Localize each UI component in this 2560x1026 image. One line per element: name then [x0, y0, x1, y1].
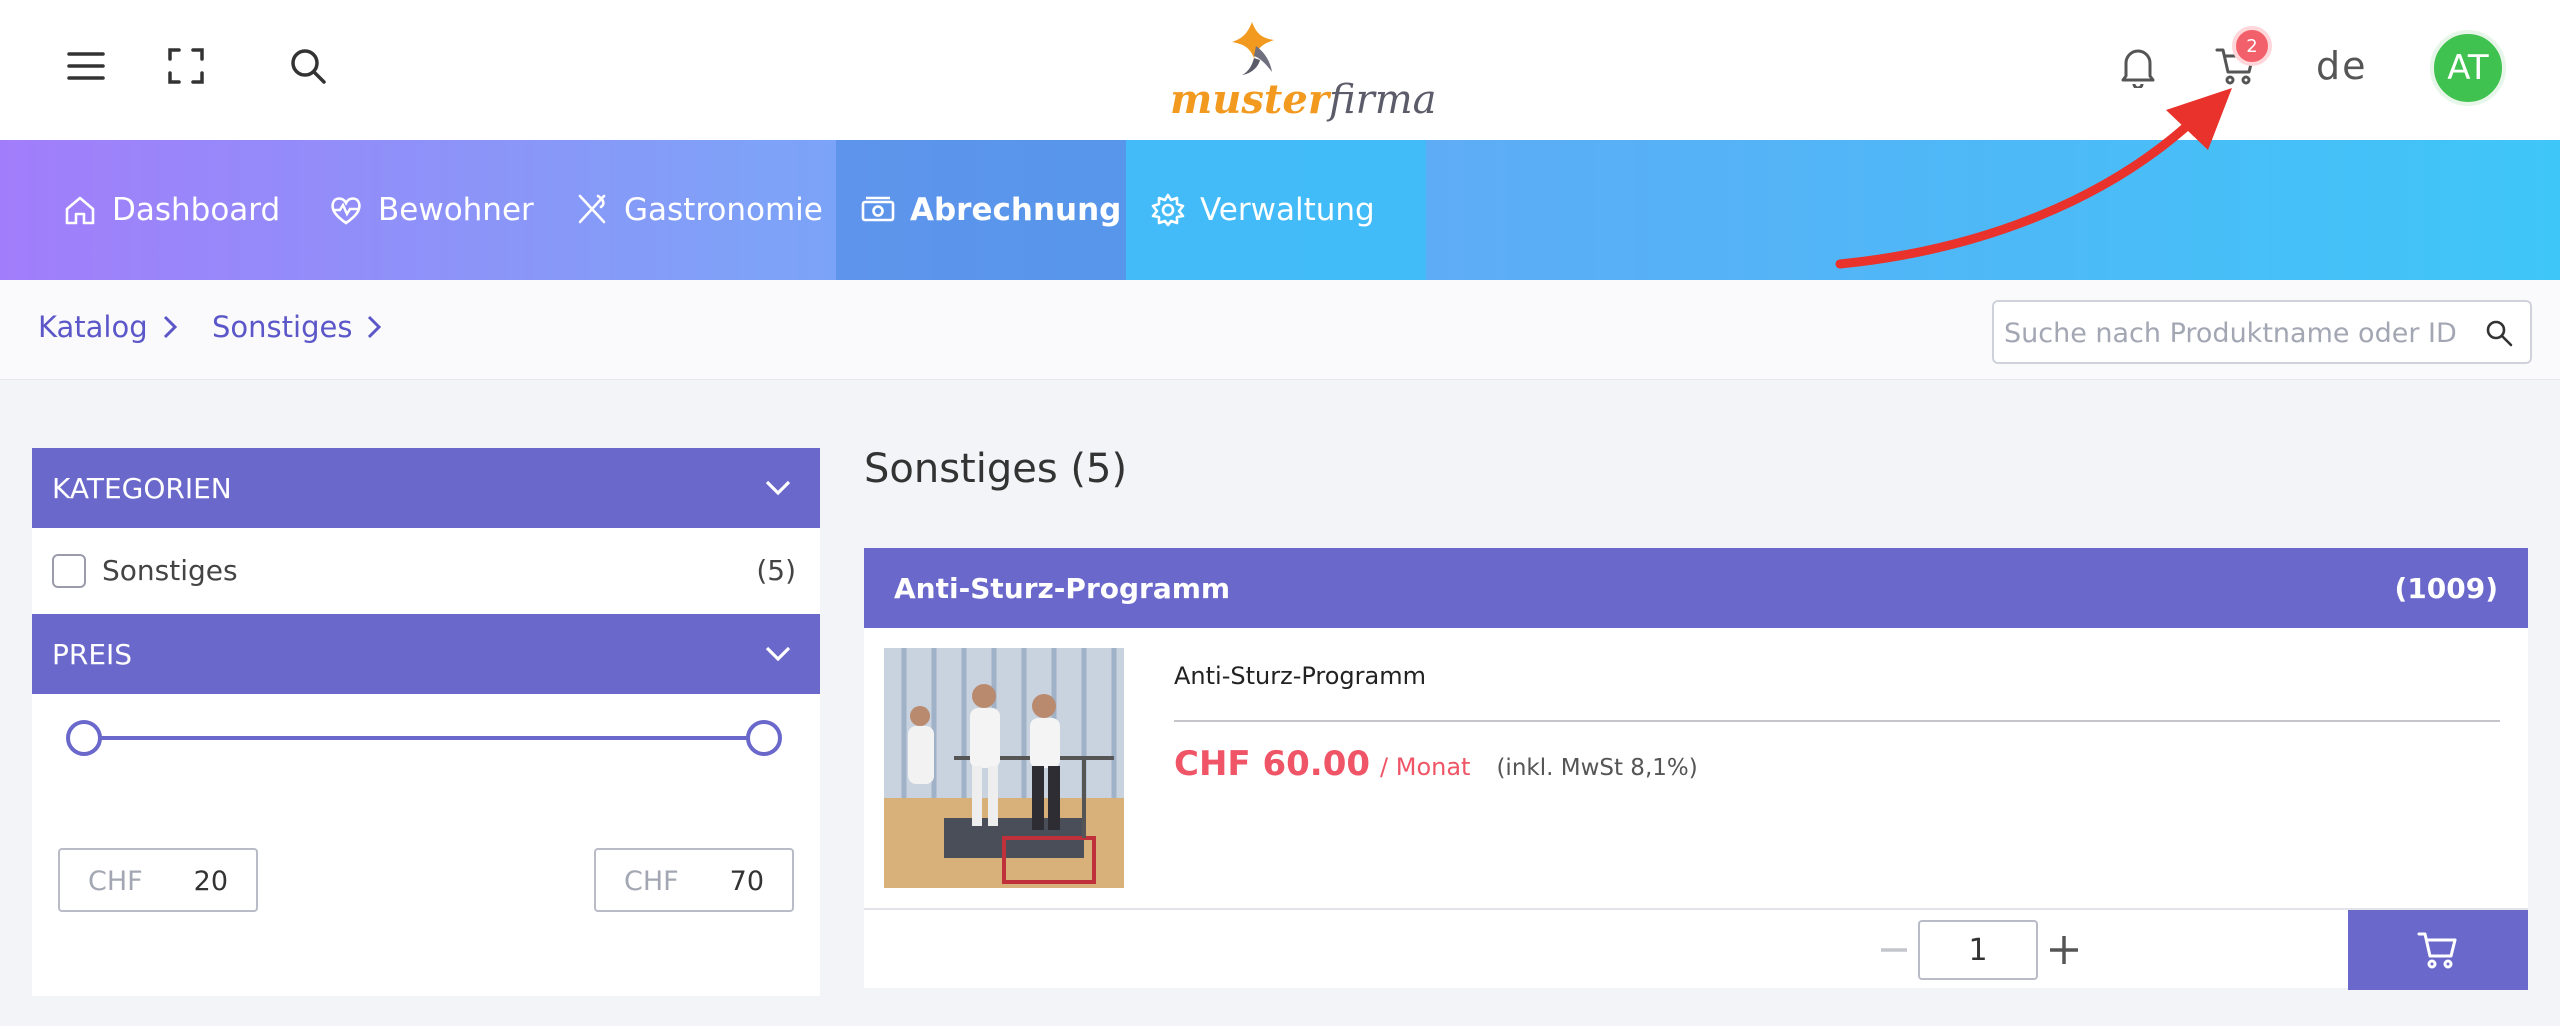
product-image[interactable] — [884, 648, 1124, 888]
price-slider-track[interactable] — [84, 736, 764, 740]
product-name[interactable]: Anti-Sturz-Programm — [1174, 662, 1426, 690]
nav-label-verwaltung: Verwaltung — [1200, 192, 1375, 228]
chevron-down-icon — [765, 646, 791, 662]
money-icon — [861, 196, 895, 222]
category-count: (5) — [756, 554, 796, 587]
product-card-footer: 1 — [864, 908, 2528, 990]
product-card: Anti-Sturz-Programm (1009) Anti-Sturz-Pr… — [864, 548, 2528, 990]
nav-item-verwaltung[interactable]: Verwaltung — [1126, 140, 1426, 280]
nav-label-bewohner: Bewohner — [378, 192, 534, 228]
minus-icon — [1881, 948, 1907, 952]
language-selector[interactable]: de — [2316, 44, 2368, 88]
nav-label-dashboard: Dashboard — [112, 192, 281, 228]
search-input[interactable] — [2004, 312, 2464, 354]
price-amount: CHF 60.00 — [1174, 744, 1371, 784]
breadcrumb-item-katalog[interactable]: Katalog — [38, 310, 178, 344]
vat-note: (inkl. MwSt 8,1%) — [1496, 755, 1698, 781]
logo-mark-icon — [1232, 22, 1274, 75]
utensils-icon — [578, 194, 606, 224]
price-slider-min-handle[interactable] — [66, 720, 102, 756]
logo-text-part2: firma — [1328, 77, 1437, 123]
nav-label-abrechnung: Abrechnung — [910, 192, 1122, 228]
home-icon — [65, 196, 95, 225]
price-slider-max-handle[interactable] — [746, 720, 782, 756]
product-card-header[interactable]: Anti-Sturz-Programm (1009) — [864, 548, 2528, 628]
product-search — [1992, 300, 2532, 364]
quantity-input[interactable]: 1 — [1918, 920, 2038, 980]
chevron-down-icon — [765, 480, 791, 496]
nav-item-abrechnung[interactable]: Abrechnung — [836, 140, 1126, 280]
category-checkbox[interactable] — [52, 554, 86, 588]
category-filter-sonstiges[interactable]: Sonstiges (5) — [32, 528, 820, 614]
search-icon[interactable] — [282, 40, 334, 92]
breadcrumb-bar: Katalog Sonstiges — [0, 280, 2560, 380]
categories-header[interactable]: KATEGORIEN — [32, 448, 820, 528]
currency-label: CHF — [624, 866, 679, 897]
price-max-field[interactable]: CHF 70 — [594, 848, 794, 912]
categories-title: KATEGORIEN — [52, 471, 232, 505]
quantity-decrease-button[interactable] — [1872, 928, 1916, 972]
product-header-name: Anti-Sturz-Programm — [894, 572, 1231, 605]
price-header[interactable]: PREIS — [32, 614, 820, 694]
menu-icon[interactable] — [60, 40, 112, 92]
page-title: Sonstiges (5) — [864, 446, 1128, 492]
cart-count-badge: 2 — [2232, 26, 2272, 66]
plus-icon — [2050, 936, 2078, 964]
breadcrumb-item-sonstiges[interactable]: Sonstiges — [212, 310, 382, 344]
logo-text-part1: muster — [1170, 76, 1329, 123]
fullscreen-icon[interactable] — [160, 40, 212, 92]
chevron-right-icon — [368, 315, 382, 339]
price-period: / Monat — [1380, 753, 1471, 781]
price-min-value: 20 — [193, 866, 228, 897]
category-label: Sonstiges — [102, 554, 238, 587]
nav-label-gastronomie: Gastronomie — [624, 192, 823, 228]
divider — [1174, 720, 2500, 722]
cart-icon — [2417, 932, 2457, 969]
product-id: (1009) — [2394, 572, 2498, 605]
gear-icon — [1151, 193, 1185, 227]
add-to-cart-button[interactable] — [2348, 910, 2528, 990]
nav-item-bewohner[interactable]: Bewohner — [304, 140, 534, 280]
breadcrumb-label: Sonstiges — [212, 310, 353, 344]
product-price: CHF 60.00 / Monat (inkl. MwSt 8,1%) — [1174, 744, 1698, 784]
price-min-field[interactable]: CHF 20 — [58, 848, 258, 912]
user-avatar[interactable]: AT — [2430, 30, 2506, 106]
filter-sidebar: KATEGORIEN Sonstiges (5) PREIS CHF 20 CH… — [32, 448, 820, 996]
quantity-increase-button[interactable] — [2042, 928, 2086, 972]
annotation-arrow-icon — [1835, 88, 2232, 269]
search-icon[interactable] — [2484, 318, 2514, 348]
nav-item-dashboard[interactable]: Dashboard — [38, 140, 316, 280]
currency-label: CHF — [88, 866, 143, 897]
company-logo[interactable]: musterfirma — [1170, 18, 1437, 126]
heart-pulse-icon — [331, 197, 361, 225]
nav-item-gastronomie[interactable]: Gastronomie — [550, 140, 836, 280]
chevron-right-icon — [163, 315, 177, 339]
breadcrumb-label: Katalog — [38, 310, 148, 344]
price-max-value: 70 — [729, 866, 764, 897]
price-title: PREIS — [52, 637, 133, 671]
